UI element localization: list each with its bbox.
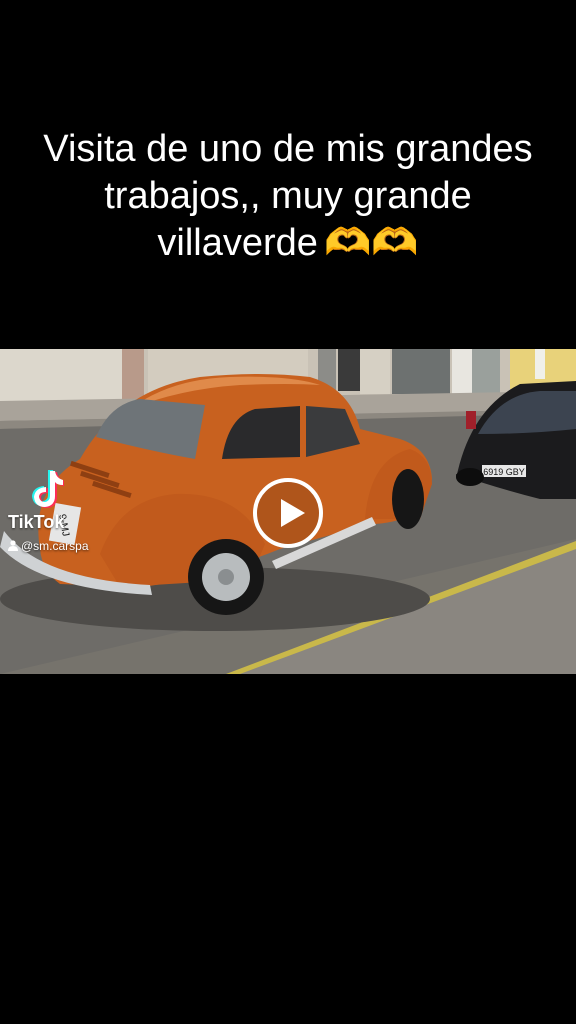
creator-handle: @sm.carspa (21, 539, 89, 553)
tiktok-logo-icon (32, 470, 64, 508)
creator-handle-row: @sm.carspa (8, 539, 89, 553)
play-icon (281, 499, 305, 527)
play-button[interactable] (253, 478, 323, 548)
heart-hands-emoji: 🫶🫶 (323, 222, 419, 264)
other-car-plate: 6919 GBY (483, 467, 525, 477)
tiktok-brand-text: TikTok (8, 512, 65, 532)
tiktok-watermark: TikTok @sm.carspa (8, 468, 118, 560)
user-icon (8, 540, 18, 551)
post-caption: Visita de uno de mis grandes trabajos,, … (40, 126, 536, 267)
tiktok-post-screen: Visita de uno de mis grandes trabajos,, … (0, 0, 576, 1024)
caption-text: Visita de uno de mis grandes trabajos,, … (43, 128, 533, 264)
